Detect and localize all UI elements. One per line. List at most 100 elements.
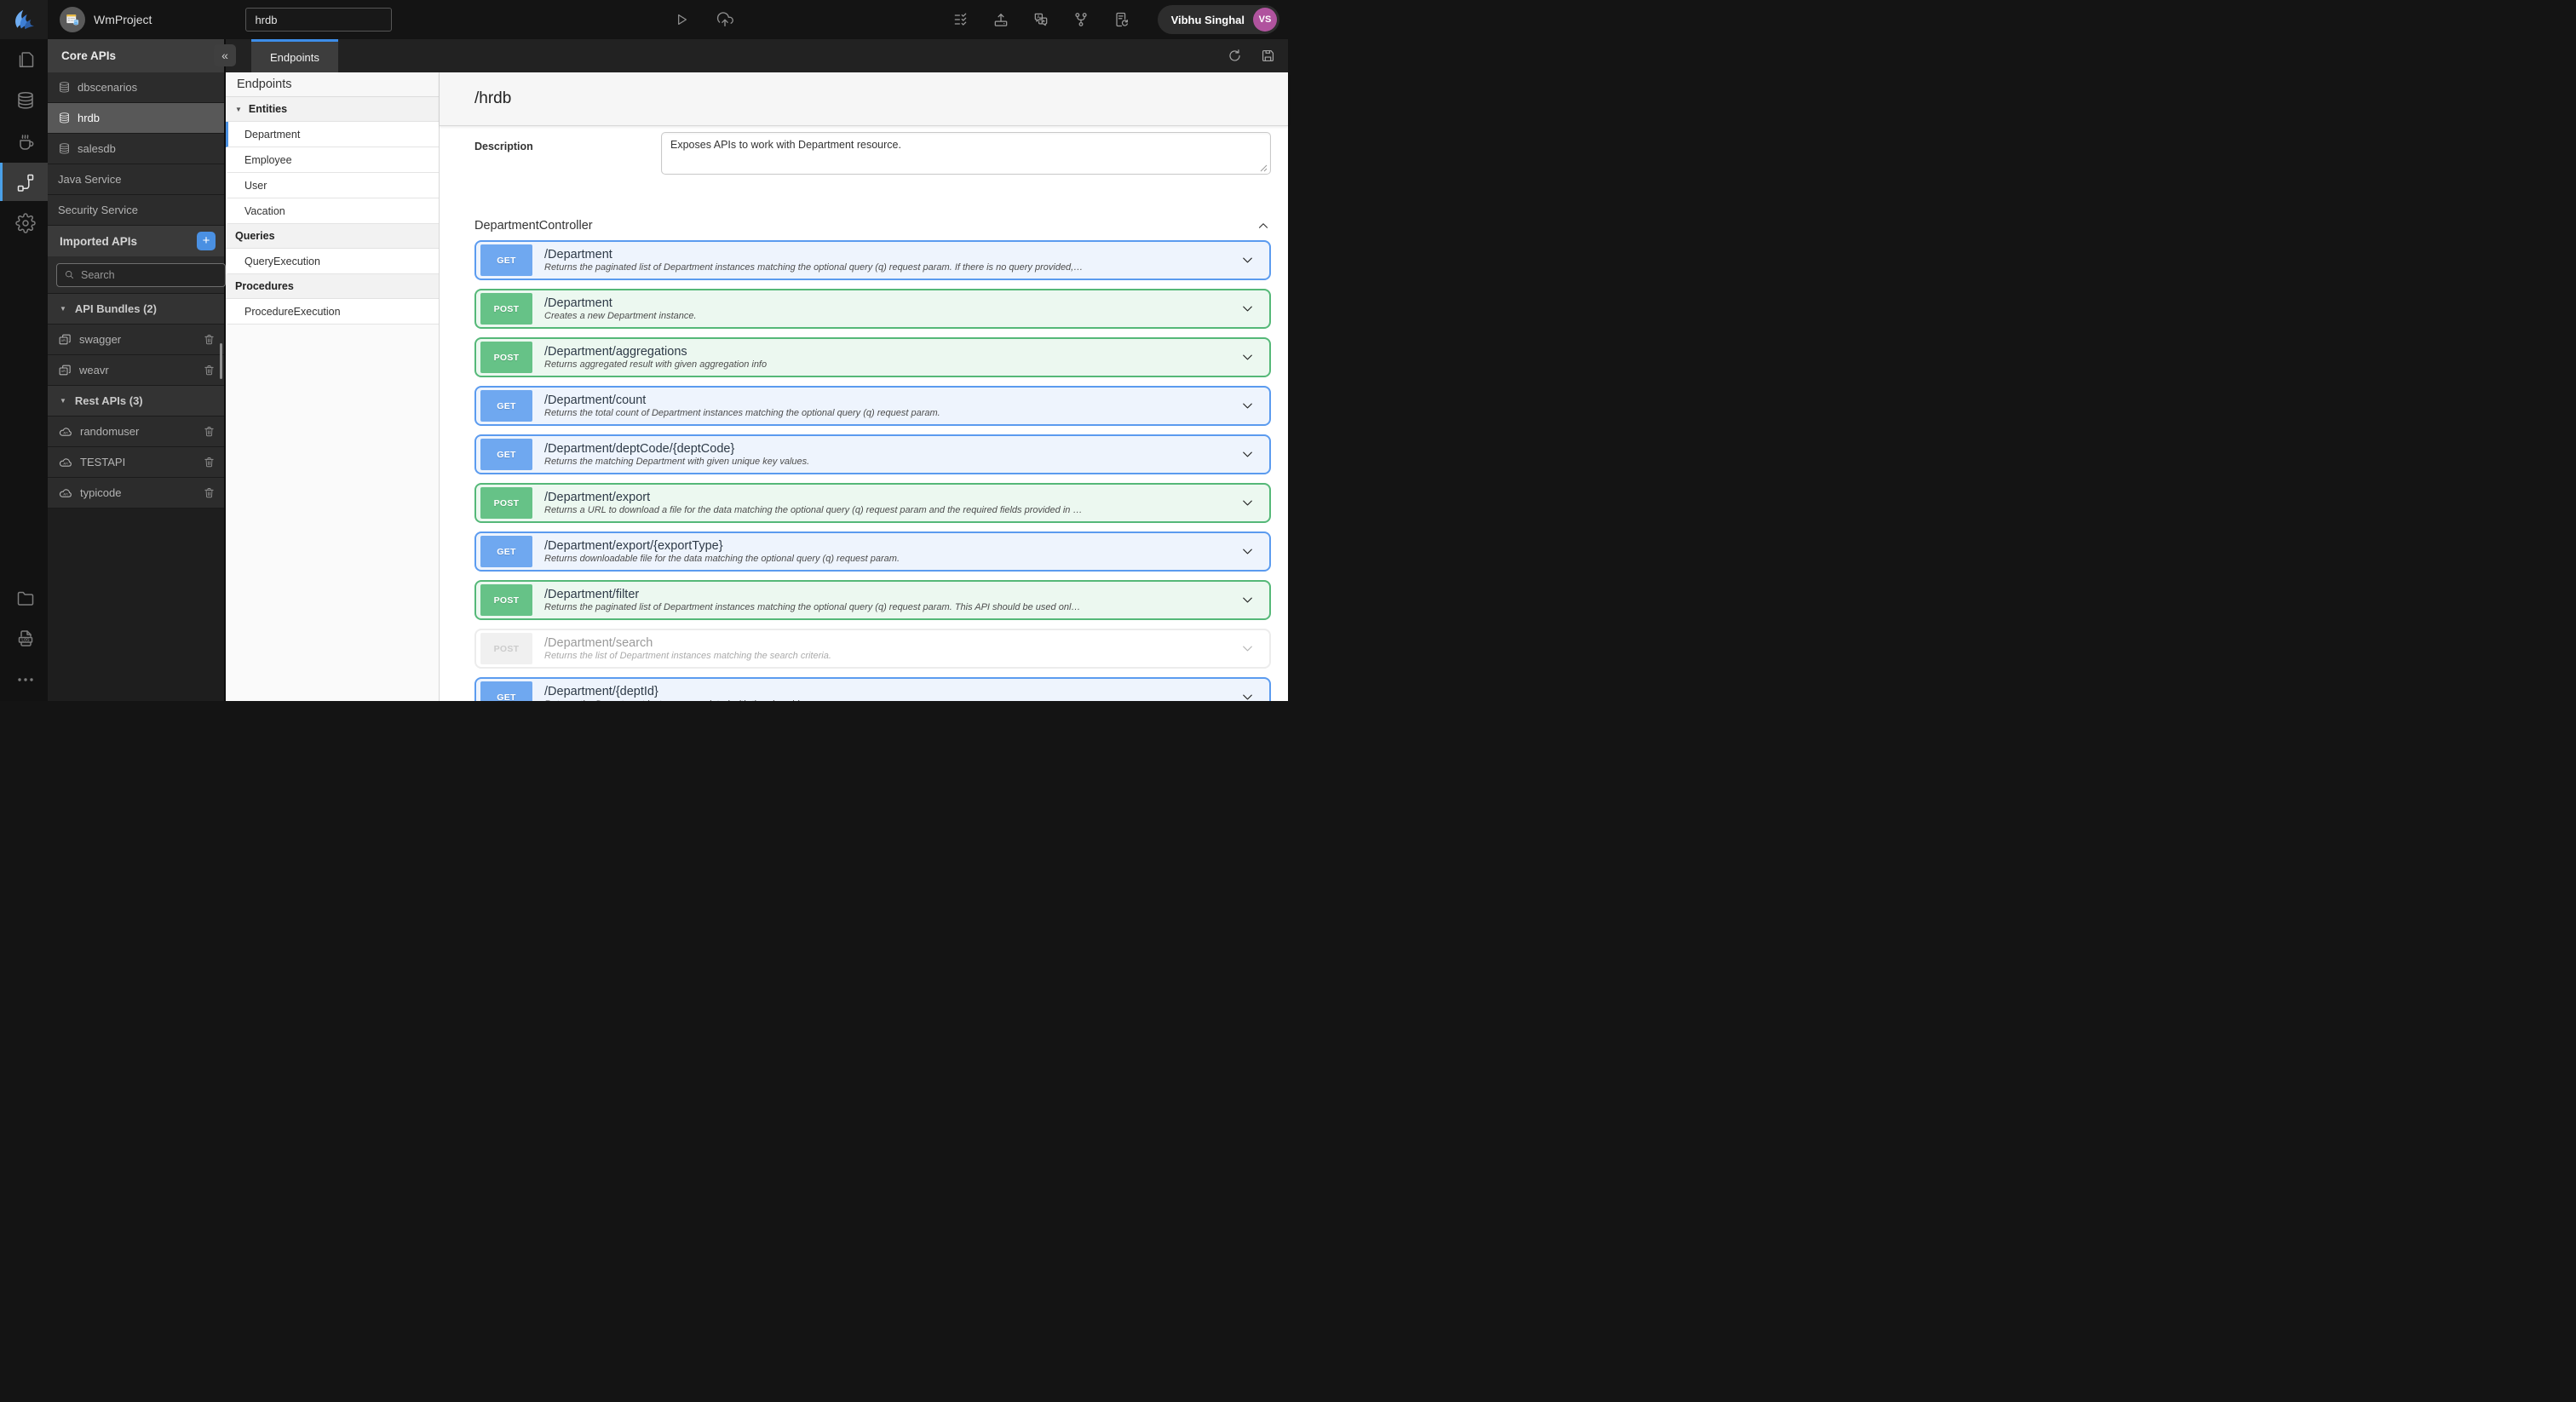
collapse-controller-icon[interactable]: [1256, 218, 1271, 233]
sidebar-item[interactable]: dbscenarios: [48, 72, 224, 103]
endpoint-path: /Department/filter: [544, 587, 640, 601]
endpoint-description: Returns downloadable file for the data m…: [544, 553, 900, 564]
expand-chevron-icon[interactable]: [1239, 446, 1256, 463]
rail-database-icon[interactable]: [0, 81, 48, 119]
project-chip[interactable]: WmProject: [60, 7, 152, 32]
wave-logo-icon: [15, 9, 34, 30]
query-item[interactable]: QueryExecution: [226, 249, 439, 274]
api-bundle-item[interactable]: API swagger: [48, 325, 224, 355]
tab-endpoints[interactable]: Endpoints: [251, 39, 338, 72]
export-project-icon[interactable]: [992, 11, 1009, 28]
entities-section-header[interactable]: ▼ Entities: [226, 97, 439, 122]
expand-chevron-icon[interactable]: [1239, 641, 1256, 657]
user-avatar: VS: [1253, 8, 1277, 32]
endpoint-card[interactable]: POST /Department/aggregations Returns ag…: [474, 337, 1271, 377]
tasks-checklist-icon[interactable]: [952, 11, 969, 28]
rail-pages-icon[interactable]: [0, 40, 48, 78]
expand-chevron-icon[interactable]: [1239, 592, 1256, 608]
expand-chevron-icon[interactable]: [1239, 252, 1256, 268]
method-badge: POST: [480, 584, 532, 616]
sidebar-item[interactable]: salesdb: [48, 134, 224, 164]
rail-files-icon[interactable]: [0, 578, 48, 617]
queries-section-header[interactable]: Queries: [226, 224, 439, 249]
expand-chevron-icon[interactable]: [1239, 398, 1256, 414]
entity-item-label: Employee: [244, 153, 292, 166]
left-rail: LOG: [0, 39, 48, 701]
delete-icon[interactable]: [203, 456, 216, 468]
endpoint-card[interactable]: GET /Department/{deptId} Returns the Dep…: [474, 677, 1271, 701]
file-sync-icon[interactable]: [1113, 11, 1130, 28]
sidebar-scrollbar-thumb[interactable]: [220, 343, 222, 379]
rail-apis-icon[interactable]: [0, 163, 48, 201]
endpoint-text: /Department/filter Returns the paginated…: [544, 588, 1226, 613]
sidebar-collapse-button[interactable]: «: [214, 44, 236, 66]
endpoint-card[interactable]: POST /Department Creates a new Departmen…: [474, 289, 1271, 329]
wavemaker-logo[interactable]: [0, 0, 48, 39]
sidebar-item-label: dbscenarios: [78, 81, 138, 94]
save-icon[interactable]: [1260, 48, 1276, 64]
endpoint-card[interactable]: GET /Department/deptCode/{deptCode} Retu…: [474, 434, 1271, 474]
endpoint-text: /Department/aggregations Returns aggrega…: [544, 345, 1226, 371]
svg-text:API: API: [63, 462, 67, 465]
endpoint-description: Returns a URL to download a file for the…: [544, 504, 1083, 515]
rail-java-icon[interactable]: [0, 122, 48, 160]
expand-chevron-icon[interactable]: [1239, 543, 1256, 560]
endpoint-cards: GET /Department Returns the paginated li…: [474, 240, 1271, 701]
api-bundle-item[interactable]: API weavr: [48, 355, 224, 386]
database-icon: [58, 112, 71, 124]
endpoint-card[interactable]: GET /Department Returns the paginated li…: [474, 240, 1271, 280]
endpoint-card[interactable]: GET /Department/count Returns the total …: [474, 386, 1271, 426]
method-badge: GET: [480, 536, 532, 567]
resize-handle-icon[interactable]: [1259, 164, 1268, 172]
rail-settings-icon[interactable]: [0, 204, 48, 242]
expand-chevron-icon[interactable]: [1239, 495, 1256, 511]
rest-api-cloud-icon: API: [58, 455, 73, 470]
entity-item[interactable]: User: [226, 173, 439, 198]
rest-api-item[interactable]: API randomuser: [48, 417, 224, 447]
endpoint-card[interactable]: POST /Department/export Returns a URL to…: [474, 483, 1271, 523]
entity-item[interactable]: Vacation: [226, 198, 439, 224]
delete-icon[interactable]: [203, 364, 216, 376]
topbar-search-input[interactable]: [245, 8, 393, 32]
expand-chevron-icon[interactable]: [1239, 689, 1256, 701]
sidebar-item[interactable]: hrdb: [48, 103, 224, 134]
delete-icon[interactable]: [203, 486, 216, 499]
sidebar-item-label: hrdb: [78, 112, 101, 124]
entity-item[interactable]: Department: [226, 122, 439, 147]
delete-icon[interactable]: [203, 333, 216, 346]
api-bundles-header[interactable]: ▼ API Bundles (2): [48, 294, 224, 325]
rail-logs-icon[interactable]: LOG: [0, 619, 48, 658]
page-title: /hrdb: [474, 89, 512, 107]
endpoint-card[interactable]: GET /Department/export/{exportType} Retu…: [474, 531, 1271, 572]
rest-apis-header[interactable]: ▼ Rest APIs (3): [48, 386, 224, 417]
endpoint-text: /Department/count Returns the total coun…: [544, 394, 1226, 419]
entity-item[interactable]: Employee: [226, 147, 439, 173]
refresh-icon[interactable]: [1227, 48, 1243, 64]
rest-api-item[interactable]: API typicode: [48, 478, 224, 509]
rail-more-icon[interactable]: [0, 660, 48, 698]
endpoint-card[interactable]: POST /Department/search Returns the list…: [474, 629, 1271, 669]
user-menu[interactable]: Vibhu Singhal VS: [1157, 5, 1279, 34]
sidebar-item-label: salesdb: [78, 142, 116, 155]
deploy-cloud-icon[interactable]: [716, 10, 734, 29]
version-branch-icon[interactable]: [1072, 11, 1090, 28]
expand-chevron-icon[interactable]: [1239, 349, 1256, 365]
run-icon[interactable]: [673, 11, 690, 28]
description-field-wrap: Exposes APIs to work with Department res…: [661, 132, 1271, 179]
procedure-item[interactable]: ProcedureExecution: [226, 299, 439, 325]
expand-chevron-icon[interactable]: [1239, 301, 1256, 317]
localization-icon[interactable]: A: [1032, 11, 1049, 28]
add-api-button[interactable]: +: [197, 232, 216, 250]
method-badge: POST: [480, 342, 532, 373]
delete-icon[interactable]: [203, 425, 216, 438]
endpoint-card[interactable]: POST /Department/filter Returns the pagi…: [474, 580, 1271, 620]
procedures-section-header[interactable]: Procedures: [226, 274, 439, 299]
sidebar-title: Core APIs: [48, 39, 224, 72]
method-badge: GET: [480, 439, 532, 470]
api-bundles-list: API swagger API weavr: [48, 325, 224, 386]
sidebar-item[interactable]: Security Service: [48, 195, 224, 226]
rest-api-item[interactable]: API TESTAPI: [48, 447, 224, 478]
sidebar-search-input[interactable]: [81, 268, 218, 281]
description-textarea[interactable]: Exposes APIs to work with Department res…: [661, 132, 1271, 175]
sidebar-item[interactable]: Java Service: [48, 164, 224, 195]
